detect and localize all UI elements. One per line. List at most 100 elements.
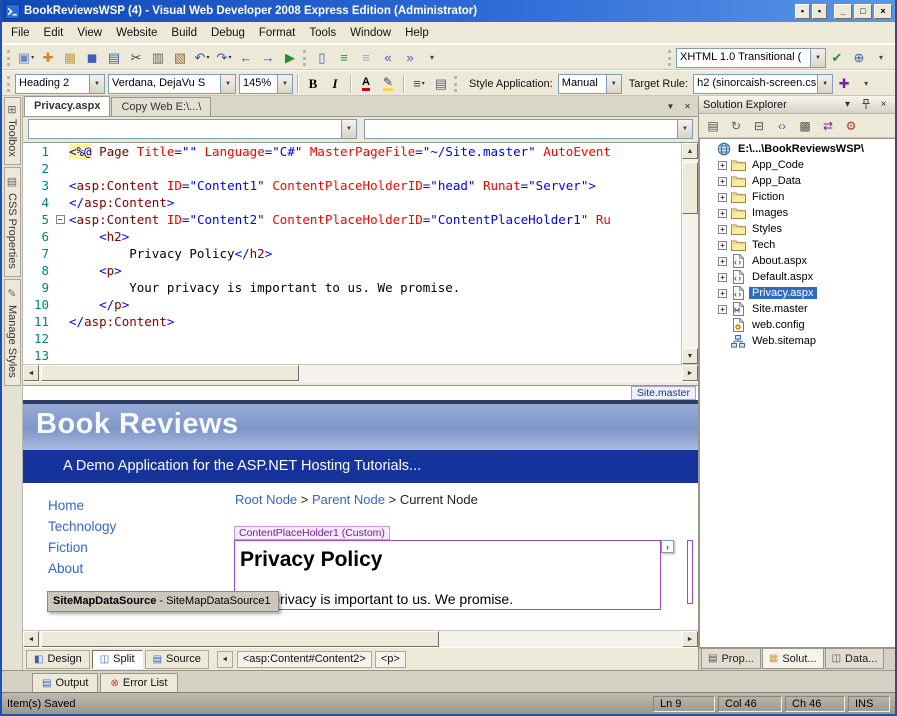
style-combo[interactable]: Heading 2 ▼ <box>15 74 105 94</box>
view-button-split[interactable]: ◫Split <box>92 650 143 669</box>
tag-path-back-icon[interactable]: ◄ <box>217 651 233 668</box>
tree-item[interactable]: +App_Code <box>700 157 895 173</box>
italic-icon[interactable]: I <box>324 73 346 95</box>
menu-tools[interactable]: Tools <box>302 24 343 42</box>
paste-icon[interactable]: ▧ <box>169 47 191 69</box>
smart-tag-button[interactable]: › <box>661 540 674 553</box>
style-application-combo[interactable]: Manual ▼ <box>558 74 622 94</box>
menu-help[interactable]: Help <box>398 24 436 42</box>
save-icon[interactable]: ◼ <box>81 47 103 69</box>
font-combo-arrow-icon[interactable]: ▼ <box>220 75 235 93</box>
page-paragraph[interactable]: Your privacy is important to us. We prom… <box>240 591 660 607</box>
scroll-left-icon[interactable]: ◄ <box>23 365 39 381</box>
object-dropdown-arrow-icon[interactable]: ▼ <box>341 120 356 138</box>
cut-icon[interactable]: ✂ <box>125 47 147 69</box>
toolbar-grip[interactable] <box>7 76 10 92</box>
tag-navigator-item[interactable]: <asp:Content#Content2> <box>237 651 372 668</box>
toolbar-grip[interactable] <box>668 50 671 66</box>
menu-debug[interactable]: Debug <box>204 24 252 42</box>
copy-icon[interactable]: ▥ <box>147 47 169 69</box>
menu-build[interactable]: Build <box>164 24 204 42</box>
tree-item[interactable]: Web.sitemap <box>700 333 895 349</box>
content-placeholder-region[interactable]: Privacy Policy Your privacy is important… <box>234 540 661 610</box>
uncomment-icon[interactable]: ≡ <box>355 47 377 69</box>
tree-item[interactable]: +Images <box>700 205 895 221</box>
menu-view[interactable]: View <box>70 24 109 42</box>
font-size-combo-arrow-icon[interactable]: ▼ <box>277 75 292 93</box>
sitemapdatasource-control[interactable]: SiteMapDataSource - SiteMapDataSource1 <box>47 591 279 612</box>
tree-expander-icon[interactable]: + <box>718 273 727 282</box>
toolbar-overflow-button[interactable]: ▾ <box>421 47 443 69</box>
undo-icon[interactable]: ↶▾ <box>191 47 213 69</box>
close-document-button[interactable]: ✕ <box>680 99 695 114</box>
minimize-button[interactable]: _ <box>834 4 852 19</box>
nest-related-files-icon[interactable]: ⊟ <box>748 115 770 136</box>
titlebar-extra-button-1[interactable]: ▪ <box>795 4 810 19</box>
tree-expander-icon[interactable]: + <box>718 161 727 170</box>
editor-horizontal-scrollbar[interactable]: ◄ ► <box>23 364 698 381</box>
panel-tab-solut[interactable]: ▦Solut... <box>762 649 824 669</box>
tool-tab-css-properties[interactable]: ▤CSS Properties <box>4 167 21 277</box>
horizontal-scroll-track[interactable] <box>39 631 682 647</box>
bottom-tab-error-list[interactable]: ⊗Error List <box>100 673 177 692</box>
save-all-icon[interactable]: ▤ <box>103 47 125 69</box>
doctype-combo-arrow-icon[interactable]: ▼ <box>810 49 825 67</box>
vertical-scroll-track[interactable] <box>682 159 698 348</box>
tree-expander-icon[interactable]: + <box>718 209 727 218</box>
menu-file[interactable]: File <box>4 24 37 42</box>
toolbar-overflow-button[interactable]: ▾ <box>855 73 877 95</box>
tag-navigator-item[interactable]: <p> <box>375 651 406 668</box>
check-validity-icon[interactable]: ✔ <box>826 47 848 69</box>
editor-vertical-scrollbar[interactable]: ▲ ▼ <box>681 143 698 364</box>
tree-item[interactable]: +Site.master <box>700 301 895 317</box>
navigate-backward-icon[interactable]: ← <box>235 47 257 69</box>
open-file-icon[interactable]: ▦ <box>59 47 81 69</box>
horizontal-scroll-thumb[interactable] <box>41 631 439 647</box>
nav-link-home[interactable]: Home <box>48 498 116 519</box>
target-rule-combo[interactable]: h2 (sinorcaish-screen.cs ▼ <box>693 74 833 94</box>
doctype-combo[interactable]: XHTML 1.0 Transitional ( ▼ <box>676 48 826 68</box>
chevron-down-icon[interactable]: ▾ <box>840 98 855 112</box>
tree-expander-icon[interactable]: + <box>718 241 727 250</box>
design-pane[interactable]: Site.master Book Reviews A Demo Applicat… <box>23 386 698 630</box>
copy-website-icon[interactable]: ⇄ <box>817 115 839 136</box>
tree-expander-icon[interactable]: + <box>718 193 727 202</box>
tree-item[interactable]: +About.aspx <box>700 253 895 269</box>
tree-expander-icon[interactable]: + <box>718 225 727 234</box>
tree-item[interactable]: web.config <box>700 317 895 333</box>
view-designer-icon[interactable]: ▩ <box>794 115 816 136</box>
dropdown-arrow-icon[interactable]: ▾ <box>228 54 231 61</box>
toolbar-overflow-button[interactable]: ▾ <box>870 47 892 69</box>
menu-format[interactable]: Format <box>252 24 302 42</box>
dropdown-arrow-icon[interactable]: ▾ <box>422 80 425 87</box>
title-bar[interactable]: BookReviewsWSP (4) - Visual Web Develope… <box>2 0 895 22</box>
scroll-left-icon[interactable]: ◄ <box>23 631 39 647</box>
tree-expander-icon[interactable]: + <box>718 257 727 266</box>
titlebar-extra-button-2[interactable]: ▪ <box>812 4 827 19</box>
tree-expander-icon[interactable]: + <box>718 305 727 314</box>
navigate-forward-icon[interactable]: → <box>257 47 279 69</box>
tree-expander-icon[interactable]: + <box>718 177 727 186</box>
horizontal-scroll-track[interactable] <box>39 365 682 381</box>
maximize-button[interactable]: □ <box>854 4 872 19</box>
bullets-icon[interactable]: ▤ <box>430 73 452 95</box>
redo-icon[interactable]: ↷▾ <box>213 47 235 69</box>
font-combo[interactable]: Verdana, DejaVu S ▼ <box>108 74 236 94</box>
new-website-icon[interactable]: ▣▾ <box>15 47 37 69</box>
tool-tab-manage-styles[interactable]: ✎Manage Styles <box>4 279 21 386</box>
breadcrumb-link[interactable]: Parent Node <box>312 492 385 507</box>
scroll-right-icon[interactable]: ► <box>682 365 698 381</box>
dropdown-arrow-icon[interactable]: ▾ <box>31 54 34 61</box>
event-dropdown[interactable]: ▼ <box>364 119 693 139</box>
nav-link-fiction[interactable]: Fiction <box>48 540 116 561</box>
view-button-source[interactable]: ▤Source <box>145 650 209 669</box>
nav-link-technology[interactable]: Technology <box>48 519 116 540</box>
dropdown-arrow-icon[interactable]: ▾ <box>206 54 209 61</box>
add-new-item-icon[interactable]: ✚ <box>37 47 59 69</box>
toolbar-grip[interactable] <box>303 50 306 66</box>
toolbar-grip[interactable] <box>454 76 457 92</box>
menu-window[interactable]: Window <box>343 24 398 42</box>
target-rule-arrow-icon[interactable]: ▼ <box>817 75 832 93</box>
tree-item[interactable]: E:\...\BookReviewsWSP\ <box>700 141 895 157</box>
increase-indent-icon[interactable]: » <box>399 47 421 69</box>
